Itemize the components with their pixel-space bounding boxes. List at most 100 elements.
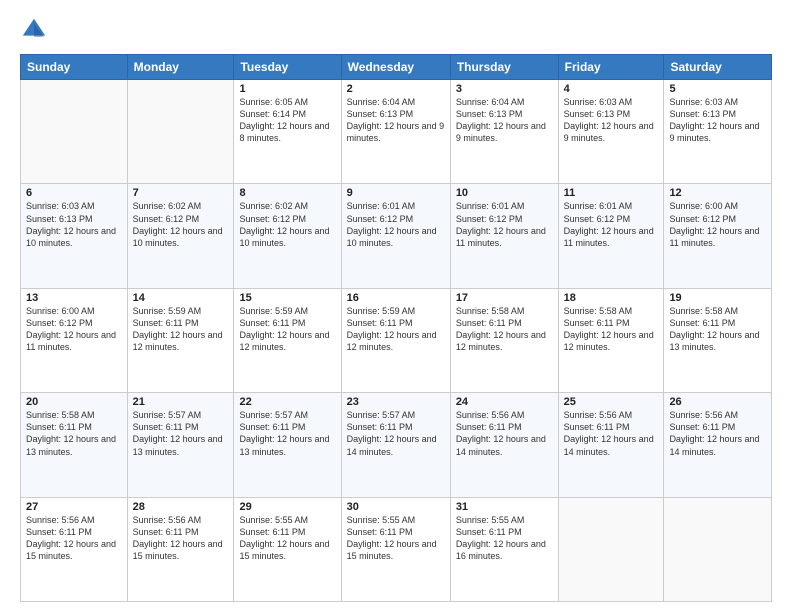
day-info: Sunrise: 6:01 AMSunset: 6:12 PMDaylight:… (347, 200, 445, 249)
day-number: 4 (564, 83, 659, 95)
day-number: 23 (347, 396, 445, 408)
day-info: Sunrise: 6:02 AMSunset: 6:12 PMDaylight:… (239, 200, 335, 249)
day-number: 3 (456, 83, 553, 95)
calendar-header: SundayMondayTuesdayWednesdayThursdayFrid… (21, 55, 772, 80)
day-info: Sunrise: 5:56 AMSunset: 6:11 PMDaylight:… (26, 514, 122, 563)
day-number: 20 (26, 396, 122, 408)
week-row-4: 20Sunrise: 5:58 AMSunset: 6:11 PMDayligh… (21, 393, 772, 497)
day-number: 6 (26, 187, 122, 199)
day-info: Sunrise: 6:05 AMSunset: 6:14 PMDaylight:… (239, 96, 335, 145)
calendar-body: 1Sunrise: 6:05 AMSunset: 6:14 PMDaylight… (21, 80, 772, 602)
day-info: Sunrise: 5:56 AMSunset: 6:11 PMDaylight:… (456, 409, 553, 458)
day-info: Sunrise: 5:59 AMSunset: 6:11 PMDaylight:… (347, 305, 445, 354)
calendar-cell: 13Sunrise: 6:00 AMSunset: 6:12 PMDayligh… (21, 288, 128, 392)
week-row-5: 27Sunrise: 5:56 AMSunset: 6:11 PMDayligh… (21, 497, 772, 601)
day-info: Sunrise: 6:04 AMSunset: 6:13 PMDaylight:… (456, 96, 553, 145)
day-info: Sunrise: 5:56 AMSunset: 6:11 PMDaylight:… (669, 409, 766, 458)
calendar-cell: 30Sunrise: 5:55 AMSunset: 6:11 PMDayligh… (341, 497, 450, 601)
day-info: Sunrise: 5:58 AMSunset: 6:11 PMDaylight:… (26, 409, 122, 458)
weekday-header-thursday: Thursday (450, 55, 558, 80)
calendar-cell: 19Sunrise: 5:58 AMSunset: 6:11 PMDayligh… (664, 288, 772, 392)
day-number: 27 (26, 501, 122, 513)
day-number: 18 (564, 292, 659, 304)
calendar-cell: 28Sunrise: 5:56 AMSunset: 6:11 PMDayligh… (127, 497, 234, 601)
calendar-cell: 23Sunrise: 5:57 AMSunset: 6:11 PMDayligh… (341, 393, 450, 497)
day-info: Sunrise: 5:58 AMSunset: 6:11 PMDaylight:… (669, 305, 766, 354)
calendar-cell: 4Sunrise: 6:03 AMSunset: 6:13 PMDaylight… (558, 80, 664, 184)
day-info: Sunrise: 6:00 AMSunset: 6:12 PMDaylight:… (669, 200, 766, 249)
calendar-cell (127, 80, 234, 184)
day-number: 5 (669, 83, 766, 95)
day-info: Sunrise: 5:56 AMSunset: 6:11 PMDaylight:… (564, 409, 659, 458)
calendar-cell: 2Sunrise: 6:04 AMSunset: 6:13 PMDaylight… (341, 80, 450, 184)
day-info: Sunrise: 5:57 AMSunset: 6:11 PMDaylight:… (133, 409, 229, 458)
day-info: Sunrise: 5:59 AMSunset: 6:11 PMDaylight:… (239, 305, 335, 354)
calendar-cell: 26Sunrise: 5:56 AMSunset: 6:11 PMDayligh… (664, 393, 772, 497)
day-info: Sunrise: 5:56 AMSunset: 6:11 PMDaylight:… (133, 514, 229, 563)
calendar-cell: 18Sunrise: 5:58 AMSunset: 6:11 PMDayligh… (558, 288, 664, 392)
day-number: 1 (239, 83, 335, 95)
day-number: 13 (26, 292, 122, 304)
day-number: 26 (669, 396, 766, 408)
day-number: 11 (564, 187, 659, 199)
weekday-header-tuesday: Tuesday (234, 55, 341, 80)
day-info: Sunrise: 6:01 AMSunset: 6:12 PMDaylight:… (564, 200, 659, 249)
day-number: 31 (456, 501, 553, 513)
calendar-cell: 1Sunrise: 6:05 AMSunset: 6:14 PMDaylight… (234, 80, 341, 184)
day-number: 19 (669, 292, 766, 304)
weekday-header-friday: Friday (558, 55, 664, 80)
calendar-cell: 5Sunrise: 6:03 AMSunset: 6:13 PMDaylight… (664, 80, 772, 184)
calendar-cell: 10Sunrise: 6:01 AMSunset: 6:12 PMDayligh… (450, 184, 558, 288)
calendar-cell: 29Sunrise: 5:55 AMSunset: 6:11 PMDayligh… (234, 497, 341, 601)
calendar-cell: 11Sunrise: 6:01 AMSunset: 6:12 PMDayligh… (558, 184, 664, 288)
day-number: 14 (133, 292, 229, 304)
page-header (20, 16, 772, 44)
calendar-cell (664, 497, 772, 601)
day-number: 24 (456, 396, 553, 408)
day-number: 30 (347, 501, 445, 513)
day-info: Sunrise: 6:00 AMSunset: 6:12 PMDaylight:… (26, 305, 122, 354)
day-number: 2 (347, 83, 445, 95)
day-info: Sunrise: 6:02 AMSunset: 6:12 PMDaylight:… (133, 200, 229, 249)
day-number: 15 (239, 292, 335, 304)
day-number: 8 (239, 187, 335, 199)
day-number: 7 (133, 187, 229, 199)
day-info: Sunrise: 5:57 AMSunset: 6:11 PMDaylight:… (347, 409, 445, 458)
calendar-cell (21, 80, 128, 184)
weekday-header-saturday: Saturday (664, 55, 772, 80)
day-info: Sunrise: 5:59 AMSunset: 6:11 PMDaylight:… (133, 305, 229, 354)
calendar-cell: 3Sunrise: 6:04 AMSunset: 6:13 PMDaylight… (450, 80, 558, 184)
day-info: Sunrise: 6:03 AMSunset: 6:13 PMDaylight:… (26, 200, 122, 249)
calendar-cell: 9Sunrise: 6:01 AMSunset: 6:12 PMDaylight… (341, 184, 450, 288)
calendar-cell: 7Sunrise: 6:02 AMSunset: 6:12 PMDaylight… (127, 184, 234, 288)
logo-icon (20, 16, 48, 44)
day-info: Sunrise: 5:57 AMSunset: 6:11 PMDaylight:… (239, 409, 335, 458)
calendar-cell: 27Sunrise: 5:56 AMSunset: 6:11 PMDayligh… (21, 497, 128, 601)
day-number: 10 (456, 187, 553, 199)
day-number: 22 (239, 396, 335, 408)
calendar-cell: 6Sunrise: 6:03 AMSunset: 6:13 PMDaylight… (21, 184, 128, 288)
weekday-header-wednesday: Wednesday (341, 55, 450, 80)
day-number: 9 (347, 187, 445, 199)
calendar-cell: 12Sunrise: 6:00 AMSunset: 6:12 PMDayligh… (664, 184, 772, 288)
weekday-header-monday: Monday (127, 55, 234, 80)
calendar-cell: 17Sunrise: 5:58 AMSunset: 6:11 PMDayligh… (450, 288, 558, 392)
calendar-cell: 15Sunrise: 5:59 AMSunset: 6:11 PMDayligh… (234, 288, 341, 392)
calendar-cell: 14Sunrise: 5:59 AMSunset: 6:11 PMDayligh… (127, 288, 234, 392)
day-number: 21 (133, 396, 229, 408)
calendar-cell: 16Sunrise: 5:59 AMSunset: 6:11 PMDayligh… (341, 288, 450, 392)
calendar-table: SundayMondayTuesdayWednesdayThursdayFrid… (20, 54, 772, 602)
calendar-cell: 22Sunrise: 5:57 AMSunset: 6:11 PMDayligh… (234, 393, 341, 497)
logo (20, 16, 52, 44)
calendar-cell (558, 497, 664, 601)
day-number: 29 (239, 501, 335, 513)
calendar-cell: 24Sunrise: 5:56 AMSunset: 6:11 PMDayligh… (450, 393, 558, 497)
day-info: Sunrise: 6:01 AMSunset: 6:12 PMDaylight:… (456, 200, 553, 249)
calendar-cell: 8Sunrise: 6:02 AMSunset: 6:12 PMDaylight… (234, 184, 341, 288)
day-info: Sunrise: 5:55 AMSunset: 6:11 PMDaylight:… (239, 514, 335, 563)
day-number: 12 (669, 187, 766, 199)
day-info: Sunrise: 5:58 AMSunset: 6:11 PMDaylight:… (564, 305, 659, 354)
day-info: Sunrise: 6:04 AMSunset: 6:13 PMDaylight:… (347, 96, 445, 145)
day-number: 28 (133, 501, 229, 513)
day-info: Sunrise: 5:58 AMSunset: 6:11 PMDaylight:… (456, 305, 553, 354)
